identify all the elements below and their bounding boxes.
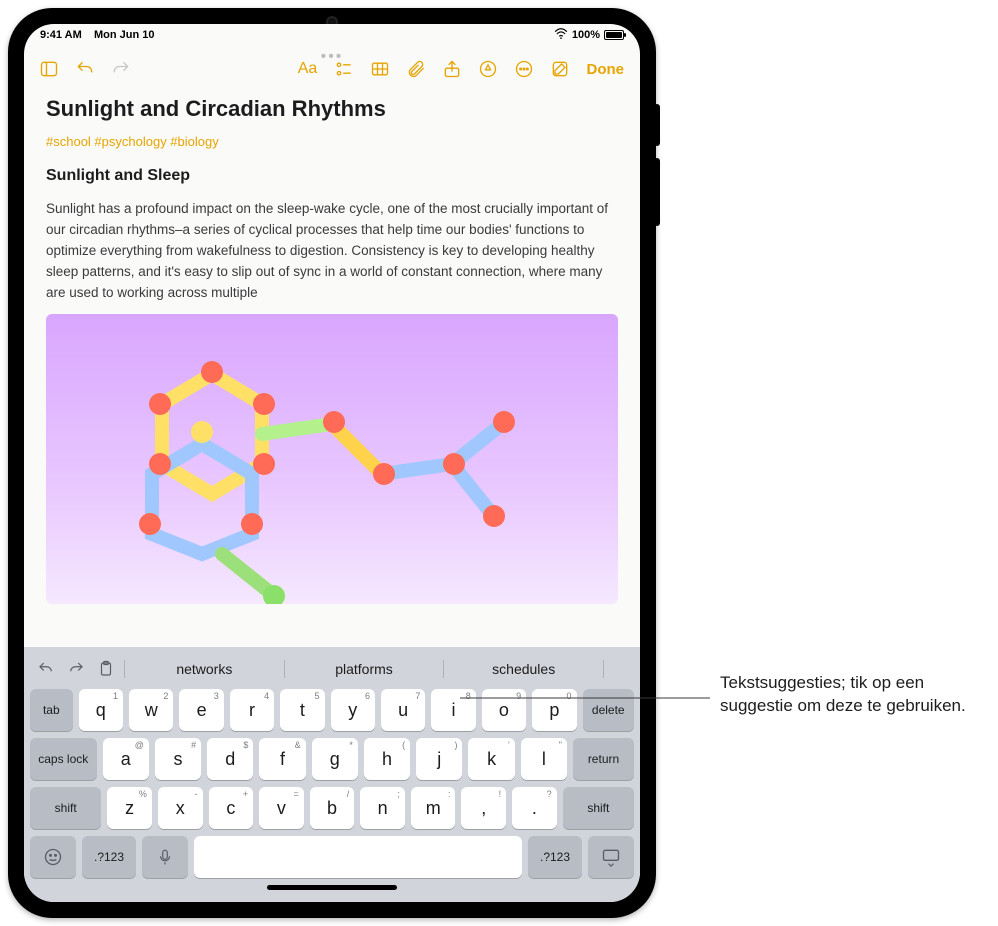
key-emoji[interactable]	[30, 836, 76, 878]
key-r[interactable]: r4	[230, 689, 274, 731]
sidebar-toggle-icon[interactable]	[36, 56, 62, 82]
key-w[interactable]: w2	[129, 689, 173, 731]
kb-redo-icon[interactable]	[64, 657, 88, 681]
key-f[interactable]: f&	[259, 738, 305, 780]
key-capslock[interactable]: caps lock	[30, 738, 97, 780]
markup-icon[interactable]	[475, 56, 501, 82]
note-content[interactable]: Sunlight and Circadian Rhythms #school #…	[24, 90, 640, 647]
callout-text: Tekstsuggesties; tik op een suggestie om…	[720, 672, 998, 718]
onscreen-keyboard: networks platforms schedules tab q1w2e3r…	[24, 647, 640, 902]
key-.[interactable]: .?	[512, 787, 557, 829]
key-n[interactable]: n;	[360, 787, 405, 829]
key-y[interactable]: y6	[331, 689, 375, 731]
kb-clipboard-icon[interactable]	[94, 657, 118, 681]
note-title: Sunlight and Circadian Rhythms	[46, 96, 618, 122]
share-icon[interactable]	[439, 56, 465, 82]
screen: 9:41 AM Mon Jun 10 100% •••	[24, 24, 640, 902]
key-p[interactable]: p0	[532, 689, 576, 731]
key-s[interactable]: s#	[155, 738, 201, 780]
status-date: Mon Jun 10	[94, 29, 155, 41]
key-m[interactable]: m:	[411, 787, 456, 829]
key-k[interactable]: k'	[468, 738, 514, 780]
note-subheading: Sunlight and Sleep	[46, 167, 618, 185]
home-indicator[interactable]	[267, 885, 397, 890]
key-dictation[interactable]	[142, 836, 188, 878]
key-shift-left[interactable]: shift	[30, 787, 101, 829]
done-button[interactable]: Done	[583, 61, 629, 78]
key-x[interactable]: x-	[158, 787, 203, 829]
undo-icon[interactable]	[72, 56, 98, 82]
attachment-icon[interactable]	[403, 56, 429, 82]
suggestion-3[interactable]: schedules	[450, 657, 597, 681]
key-hide-keyboard[interactable]	[588, 836, 634, 878]
key-j[interactable]: j)	[416, 738, 462, 780]
key-b[interactable]: b/	[310, 787, 355, 829]
hw-button	[654, 104, 660, 146]
suggestion-bar: networks platforms schedules	[30, 653, 634, 685]
hw-button	[654, 158, 660, 226]
wifi-icon	[554, 27, 568, 44]
table-icon[interactable]	[367, 56, 393, 82]
battery-pct: 100%	[572, 29, 600, 41]
key-numsym-right[interactable]: .?123	[528, 836, 582, 878]
key-t[interactable]: t5	[280, 689, 324, 731]
key-shift-right[interactable]: shift	[563, 787, 634, 829]
key-c[interactable]: c+	[209, 787, 254, 829]
format-aa-button[interactable]: Aa	[295, 56, 321, 82]
status-bar: 9:41 AM Mon Jun 10 100%	[24, 24, 640, 46]
key-h[interactable]: h(	[364, 738, 410, 780]
key-numsym-left[interactable]: .?123	[82, 836, 136, 878]
key-return[interactable]: return	[573, 738, 634, 780]
multitask-dots[interactable]: •••	[321, 48, 344, 66]
key-e[interactable]: e3	[179, 689, 223, 731]
key-g[interactable]: g*	[312, 738, 358, 780]
embedded-image[interactable]	[46, 314, 618, 604]
key-i[interactable]: i8	[431, 689, 475, 731]
more-icon[interactable]	[511, 56, 537, 82]
key-l[interactable]: l"	[521, 738, 567, 780]
redo-icon	[108, 56, 134, 82]
key-z[interactable]: z%	[107, 787, 152, 829]
key-tab[interactable]: tab	[30, 689, 73, 731]
compose-icon[interactable]	[547, 56, 573, 82]
key-d[interactable]: d$	[207, 738, 253, 780]
key-delete[interactable]: delete	[583, 689, 634, 731]
status-time: 9:41 AM	[40, 29, 82, 41]
key-u[interactable]: u7	[381, 689, 425, 731]
key-q[interactable]: q1	[79, 689, 123, 731]
key-,[interactable]: ,!	[461, 787, 506, 829]
suggestion-2[interactable]: platforms	[291, 657, 438, 681]
kb-undo-icon[interactable]	[34, 657, 58, 681]
key-v[interactable]: v=	[259, 787, 304, 829]
suggestion-1[interactable]: networks	[131, 657, 278, 681]
key-o[interactable]: o9	[482, 689, 526, 731]
note-tags[interactable]: #school #psychology #biology	[46, 134, 618, 149]
note-body[interactable]: Sunlight has a profound impact on the sl…	[46, 199, 618, 304]
key-space[interactable]	[194, 836, 522, 878]
battery-icon	[604, 30, 624, 40]
key-a[interactable]: a@	[103, 738, 149, 780]
ipad-frame: 9:41 AM Mon Jun 10 100% •••	[8, 8, 656, 918]
